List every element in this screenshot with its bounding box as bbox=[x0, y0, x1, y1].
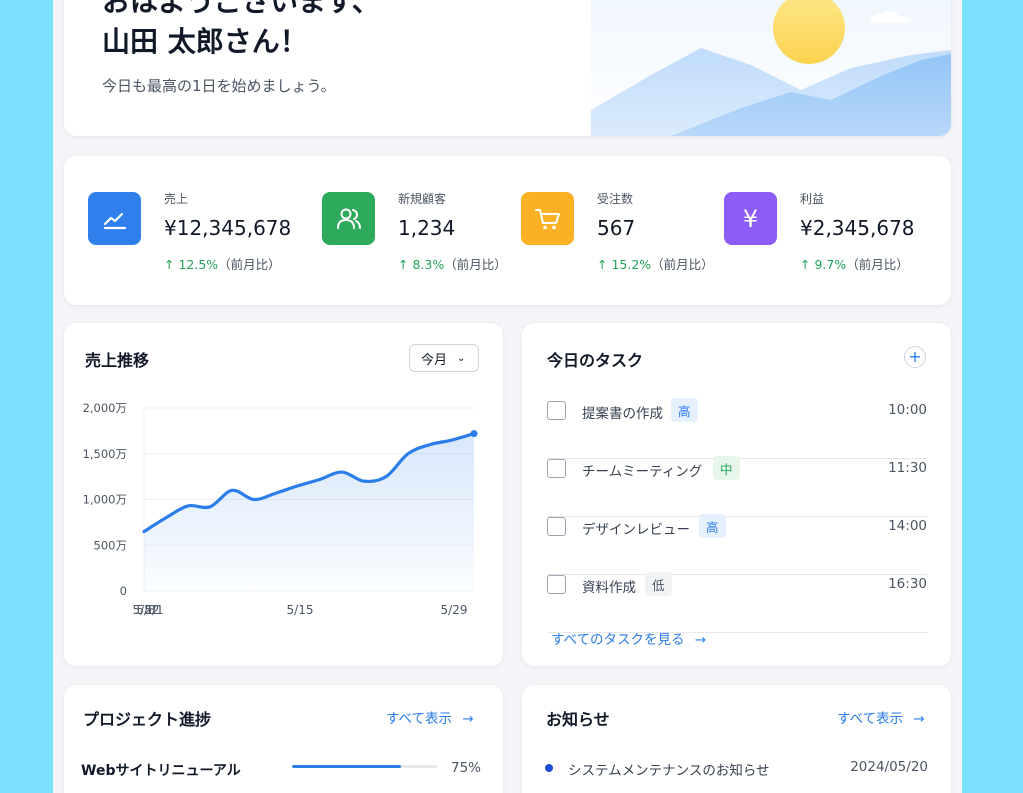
unread-dot bbox=[545, 764, 553, 772]
greeting-line-1: おはようございます、 bbox=[102, 0, 380, 18]
landscape-illustration bbox=[591, 0, 951, 136]
priority-badge: 低 bbox=[645, 572, 672, 596]
stat-label: 売上 bbox=[164, 192, 189, 206]
task-name: デザインレビュー bbox=[582, 522, 690, 538]
task-item: デザインレビュー 高 14:00 bbox=[547, 514, 927, 575]
news-view-all-link[interactable]: すべて表示 → bbox=[837, 707, 925, 727]
news-item-date: 2024/05/20 bbox=[850, 759, 928, 775]
priority-badge: 高 bbox=[671, 398, 698, 422]
y-tick-label: 0 bbox=[120, 584, 127, 598]
tasks-card: 今日のタスク + 提案書の作成 高 10:00 チームミーティング 中 11:3… bbox=[522, 323, 951, 666]
stat-change: ↑ 12.5%（前月比） bbox=[164, 257, 281, 272]
view-all-tasks-link[interactable]: すべてのタスクを見る → bbox=[551, 628, 706, 648]
stat-label: 新規顧客 bbox=[398, 192, 447, 206]
stat-change: ↑ 8.3%（前月比） bbox=[398, 257, 507, 272]
greeting-subtitle: 今日も最高の1日を始めましょう。 bbox=[102, 77, 336, 95]
sales-area bbox=[144, 433, 474, 591]
task-time: 11:30 bbox=[888, 460, 927, 476]
y-tick-label: 1,500万 bbox=[83, 447, 127, 461]
task-item: 提案書の作成 高 10:00 bbox=[547, 398, 927, 459]
projects-card: プロジェクト進捗 すべて表示 → Webサイトリニューアル 75% bbox=[64, 685, 503, 793]
x-tick-label: 5/22 bbox=[133, 603, 160, 617]
task-time: 14:00 bbox=[888, 518, 927, 534]
projects-view-all-link[interactable]: すべて表示 → bbox=[386, 707, 474, 727]
task-checkbox[interactable] bbox=[547, 459, 566, 478]
task-checkbox[interactable] bbox=[547, 517, 566, 536]
y-tick-label: 500万 bbox=[94, 538, 127, 552]
sales-last-point bbox=[470, 430, 478, 438]
stats-card: 売上 ¥12,345,678 ↑ 12.5%（前月比） 新規顧客 1,234 ↑… bbox=[64, 156, 951, 305]
arrow-right-icon: → bbox=[694, 632, 707, 648]
tasks-title: 今日のタスク bbox=[547, 351, 644, 370]
y-tick-label: 2,000万 bbox=[83, 401, 127, 415]
add-task-button[interactable]: + bbox=[904, 346, 926, 368]
stat-value: 567 bbox=[597, 216, 636, 240]
arrow-right-icon: → bbox=[462, 711, 474, 727]
priority-badge: 中 bbox=[713, 456, 740, 480]
progress-bar bbox=[292, 765, 437, 768]
news-title: お知らせ bbox=[546, 710, 610, 729]
users-icon bbox=[322, 192, 375, 245]
stat-label: 受注数 bbox=[597, 192, 634, 206]
arrow-right-icon: → bbox=[913, 711, 925, 727]
arrow-up-icon: ↑ bbox=[398, 257, 413, 272]
progress-percent: 75% bbox=[451, 760, 482, 776]
arrow-up-icon: ↑ bbox=[597, 257, 612, 272]
task-item: 資料作成 低 16:30 bbox=[547, 572, 927, 633]
task-item: チームミーティング 中 11:30 bbox=[547, 456, 927, 517]
cart-icon bbox=[521, 192, 574, 245]
project-name: Webサイトリニューアル bbox=[81, 763, 241, 779]
stat-change: ↑ 15.2%（前月比） bbox=[597, 257, 714, 272]
greeting-name: 山田 太郎さん！ bbox=[102, 25, 308, 58]
stat-value: 1,234 bbox=[398, 216, 456, 240]
stat-label: 利益 bbox=[800, 192, 825, 206]
trend-chart-icon bbox=[88, 192, 141, 245]
yen-icon: ¥ bbox=[724, 192, 777, 245]
progress-fill bbox=[292, 765, 401, 768]
greeting-card: おはようございます、 山田 太郎さん！ 今日も最高の1日を始めましょう。 bbox=[64, 0, 951, 136]
projects-title: プロジェクト進捗 bbox=[83, 710, 212, 729]
task-checkbox[interactable] bbox=[547, 575, 566, 594]
sales-chart-card: 売上推移 今月 ⌄ 0 500万 1,000万 1,500万 2,000万 5/1 5/8 5… bbox=[64, 323, 503, 666]
priority-badge: 高 bbox=[699, 514, 726, 538]
news-item-title[interactable]: システムメンテナンスのお知らせ bbox=[568, 759, 770, 779]
stat-change: ↑ 9.7%（前月比） bbox=[800, 257, 909, 272]
arrow-up-icon: ↑ bbox=[800, 257, 815, 272]
task-checkbox[interactable] bbox=[547, 401, 566, 420]
sales-line-chart: 0500万1,000万1,500万2,000万5/15/8 5/155/22 5/2… bbox=[83, 401, 478, 617]
dashboard-page: おはようございます、 山田 太郎さん！ 今日も最高の1日を始めましょう。 売上 … bbox=[53, 0, 962, 793]
x-tick-label: 5/29 bbox=[441, 603, 468, 617]
task-name: チームミーティング bbox=[582, 464, 703, 480]
task-name: 資料作成 bbox=[582, 580, 636, 596]
news-card: お知らせ すべて表示 → システムメンテナンスのお知らせ 2024/05/20 bbox=[522, 685, 951, 793]
y-tick-label: 1,000万 bbox=[83, 493, 127, 507]
arrow-up-icon: ↑ bbox=[164, 257, 179, 272]
task-time: 16:30 bbox=[888, 576, 927, 592]
x-tick-label: 5/15 bbox=[287, 603, 314, 617]
stat-value: ¥12,345,678 bbox=[164, 216, 292, 240]
stat-value: ¥2,345,678 bbox=[800, 216, 915, 240]
task-name: 提案書の作成 bbox=[582, 406, 663, 422]
task-time: 10:00 bbox=[888, 402, 927, 418]
